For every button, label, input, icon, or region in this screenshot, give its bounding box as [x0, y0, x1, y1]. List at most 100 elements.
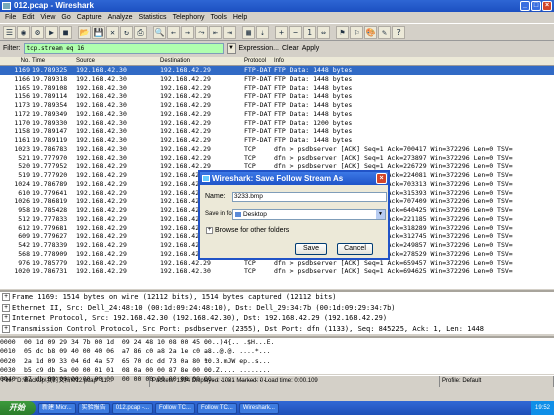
close-button[interactable]: × — [542, 1, 552, 11]
expander-plus-icon[interactable]: + — [206, 227, 213, 234]
taskbar-item[interactable]: Wireshark... — [238, 402, 279, 414]
colorize-icon[interactable]: ▦ — [242, 25, 255, 39]
detail-row[interactable]: + Ethernet II, Src: Dell_24:48:10 (00:1d:… — [0, 303, 554, 314]
table-row[interactable]: 1170 19.789330 192.168.42.30 192.168.42.29 F… — [0, 119, 554, 128]
table-row[interactable]: 1023 19.786783 192.168.42.30 192.168.42.29 T… — [0, 145, 554, 154]
taskbar-item[interactable]: 012.pcap -... — [111, 402, 154, 414]
name-input[interactable]: 3233.bmp — [232, 192, 387, 202]
menu-tools[interactable]: Tools — [207, 12, 229, 23]
expander-plus-icon[interactable]: + — [2, 293, 10, 301]
table-row[interactable]: 1156 19.789114 192.168.42.30 192.168.42.29 F… — [0, 92, 554, 101]
column-header-time[interactable]: Time — [32, 57, 76, 65]
filter-dropdown-icon[interactable]: ▼ — [226, 43, 236, 54]
maximize-button[interactable]: □ — [531, 1, 541, 11]
menu-capture[interactable]: Capture — [74, 12, 105, 23]
bytes-ascii[interactable]: . ..)4{.. .$H...E. — [204, 338, 274, 347]
menu-file[interactable]: File — [2, 12, 19, 23]
forward-icon[interactable]: → — [181, 25, 194, 39]
menu-edit[interactable]: Edit — [19, 12, 37, 23]
expander-plus-icon[interactable]: + — [2, 314, 10, 322]
bytes-ascii[interactable]: ...Z.... ........ — [204, 366, 271, 375]
bytes-ascii[interactable]: ....@.@. ....*... — [204, 347, 271, 356]
packet-bytes-pane[interactable]: 0000 00 1d 09 29 34 7b 00 1d 09 24 48 10 … — [0, 336, 554, 383]
table-row[interactable]: 1165 19.789108 192.168.42.30 192.168.42.29 F… — [0, 84, 554, 93]
stop-icon[interactable]: ■ — [59, 25, 72, 39]
menu-view[interactable]: View — [37, 12, 58, 23]
taskbar-item[interactable]: Follow TC... — [155, 402, 195, 414]
expander-plus-icon[interactable]: + — [2, 303, 10, 312]
table-row[interactable]: 1166 19.789318 192.168.42.30 192.168.42.29 F… — [0, 75, 554, 84]
find-icon[interactable]: 🔍 — [153, 25, 166, 39]
start-button[interactable]: 开始 — [0, 401, 36, 415]
column-header-destination[interactable]: Destination — [160, 57, 244, 65]
cancel-button[interactable]: Cancel — [337, 243, 373, 255]
bytes-hex[interactable]: 2a 1d 09 33 04 6d 4a 57 65 70 dc dd 73 0… — [24, 357, 212, 366]
chevron-down-icon[interactable]: ▼ — [376, 210, 385, 219]
prefs-icon[interactable]: ✎ — [378, 25, 391, 39]
column-header-source[interactable]: Source — [76, 57, 160, 65]
filter-input[interactable]: tcp.stream eq 16 — [23, 43, 224, 54]
last-icon[interactable]: ⇥ — [223, 25, 236, 39]
apply-button[interactable]: Apply — [302, 45, 320, 52]
folder-select[interactable]: Desktop ▼ — [232, 209, 386, 220]
menu-statistics[interactable]: Statistics — [136, 12, 170, 23]
capture-filter-icon[interactable]: ⚑ — [336, 25, 349, 39]
menu-go[interactable]: Go — [58, 12, 73, 23]
detail-row[interactable]: + Frame 1169: 1514 bytes on wire (12112 b… — [0, 292, 554, 303]
list-icon[interactable]: ☰ — [3, 25, 16, 39]
capture-icon[interactable]: ◉ — [17, 25, 30, 39]
table-row[interactable]: 1172 19.789349 192.168.42.30 192.168.42.29 F… — [0, 110, 554, 119]
display-filter-icon[interactable]: ⚐ — [350, 25, 363, 39]
detail-row[interactable]: + Internet Protocol, Src: 192.168.42.30 (… — [0, 313, 554, 324]
close-icon[interactable]: ✕ — [106, 25, 119, 39]
zoom-out-icon[interactable]: − — [289, 25, 302, 39]
menu-telephony[interactable]: Telephony — [170, 12, 208, 23]
goto-icon[interactable]: ⤳ — [195, 25, 208, 39]
normal-size-icon[interactable]: 1 — [303, 25, 316, 39]
resize-icon[interactable]: ⇔ — [317, 25, 330, 39]
taskbar-item[interactable]: 实验报告 — [77, 402, 110, 414]
table-row[interactable]: 1169 19.789325 192.168.42.30 192.168.42.29 F… — [0, 66, 554, 75]
table-row[interactable]: 1158 19.789147 192.168.42.30 192.168.42.29 F… — [0, 127, 554, 136]
taskbar-item[interactable]: Follow TC... — [196, 402, 237, 414]
save-icon[interactable]: 💾 — [92, 25, 105, 39]
bytes-hex[interactable]: 05 dc b8 09 40 00 40 06 a7 86 c0 a8 2a 1… — [24, 347, 212, 356]
start-icon[interactable]: ▶ — [45, 25, 58, 39]
dialog-close-button[interactable]: × — [376, 173, 387, 184]
expander-plus-icon[interactable]: + — [2, 324, 10, 333]
detail-row[interactable]: + Transmission Control Protocol, Src Port… — [0, 324, 554, 335]
packet-cell: 192.168.42.30 — [76, 92, 127, 101]
autoscroll-icon[interactable]: ⇣ — [256, 25, 269, 39]
first-icon[interactable]: ⇤ — [209, 25, 222, 39]
table-row[interactable]: 521 19.777970 192.168.42.30 192.168.42.29 TC… — [0, 154, 554, 163]
back-icon[interactable]: ← — [167, 25, 180, 39]
packet-details-pane[interactable]: + Frame 1169: 1514 bytes on wire (12112 b… — [0, 290, 554, 334]
bytes-ascii[interactable]: *..3.mJW ep..s... — [204, 357, 271, 366]
bytes-hex[interactable]: b5 c9 db 5a 00 00 01 01 08 0a 00 00 87 8… — [24, 366, 212, 375]
reload-icon[interactable]: ↻ — [120, 25, 133, 39]
save-button[interactable]: Save — [295, 243, 327, 255]
zoom-in-icon[interactable]: + — [275, 25, 288, 39]
table-row[interactable]: 1173 19.789354 192.168.42.30 192.168.42.29 F… — [0, 101, 554, 110]
print-icon[interactable]: ⎙ — [134, 25, 147, 39]
status-profile[interactable]: Profile: Default — [440, 376, 554, 387]
bytes-hex[interactable]: 00 1d 09 29 34 7b 00 1d 09 24 48 10 08 0… — [24, 338, 212, 347]
minimize-button[interactable]: _ — [520, 1, 530, 11]
table-row[interactable]: 1161 19.789119 192.168.42.30 192.168.42.29 F… — [0, 136, 554, 145]
packet-cell: 19.777920 — [32, 171, 68, 179]
column-header-protocol[interactable]: Protocol — [244, 57, 274, 65]
help-icon[interactable]: ? — [392, 25, 405, 39]
coloring-icon[interactable]: 🎨 — [364, 25, 377, 39]
browse-label[interactable]: Browse for other folders — [215, 227, 289, 234]
menu-analyze[interactable]: Analyze — [105, 12, 136, 23]
open-icon[interactable]: 📂 — [78, 25, 91, 39]
browse-expander[interactable]: + Browse for other folders — [206, 227, 289, 234]
taskbar-item[interactable]: 新建 Micr... — [38, 402, 76, 414]
expression-button[interactable]: Expression... — [239, 45, 279, 52]
column-header-info[interactable]: Info — [274, 57, 554, 65]
options-icon[interactable]: ⚙ — [31, 25, 44, 39]
column-header-no[interactable]: No. — [0, 57, 32, 65]
clear-button[interactable]: Clear — [282, 45, 299, 52]
table-row[interactable]: 1020 19.786731 192.168.42.29 192.168.42.30 T… — [0, 267, 554, 276]
menu-help[interactable]: Help — [230, 12, 250, 23]
